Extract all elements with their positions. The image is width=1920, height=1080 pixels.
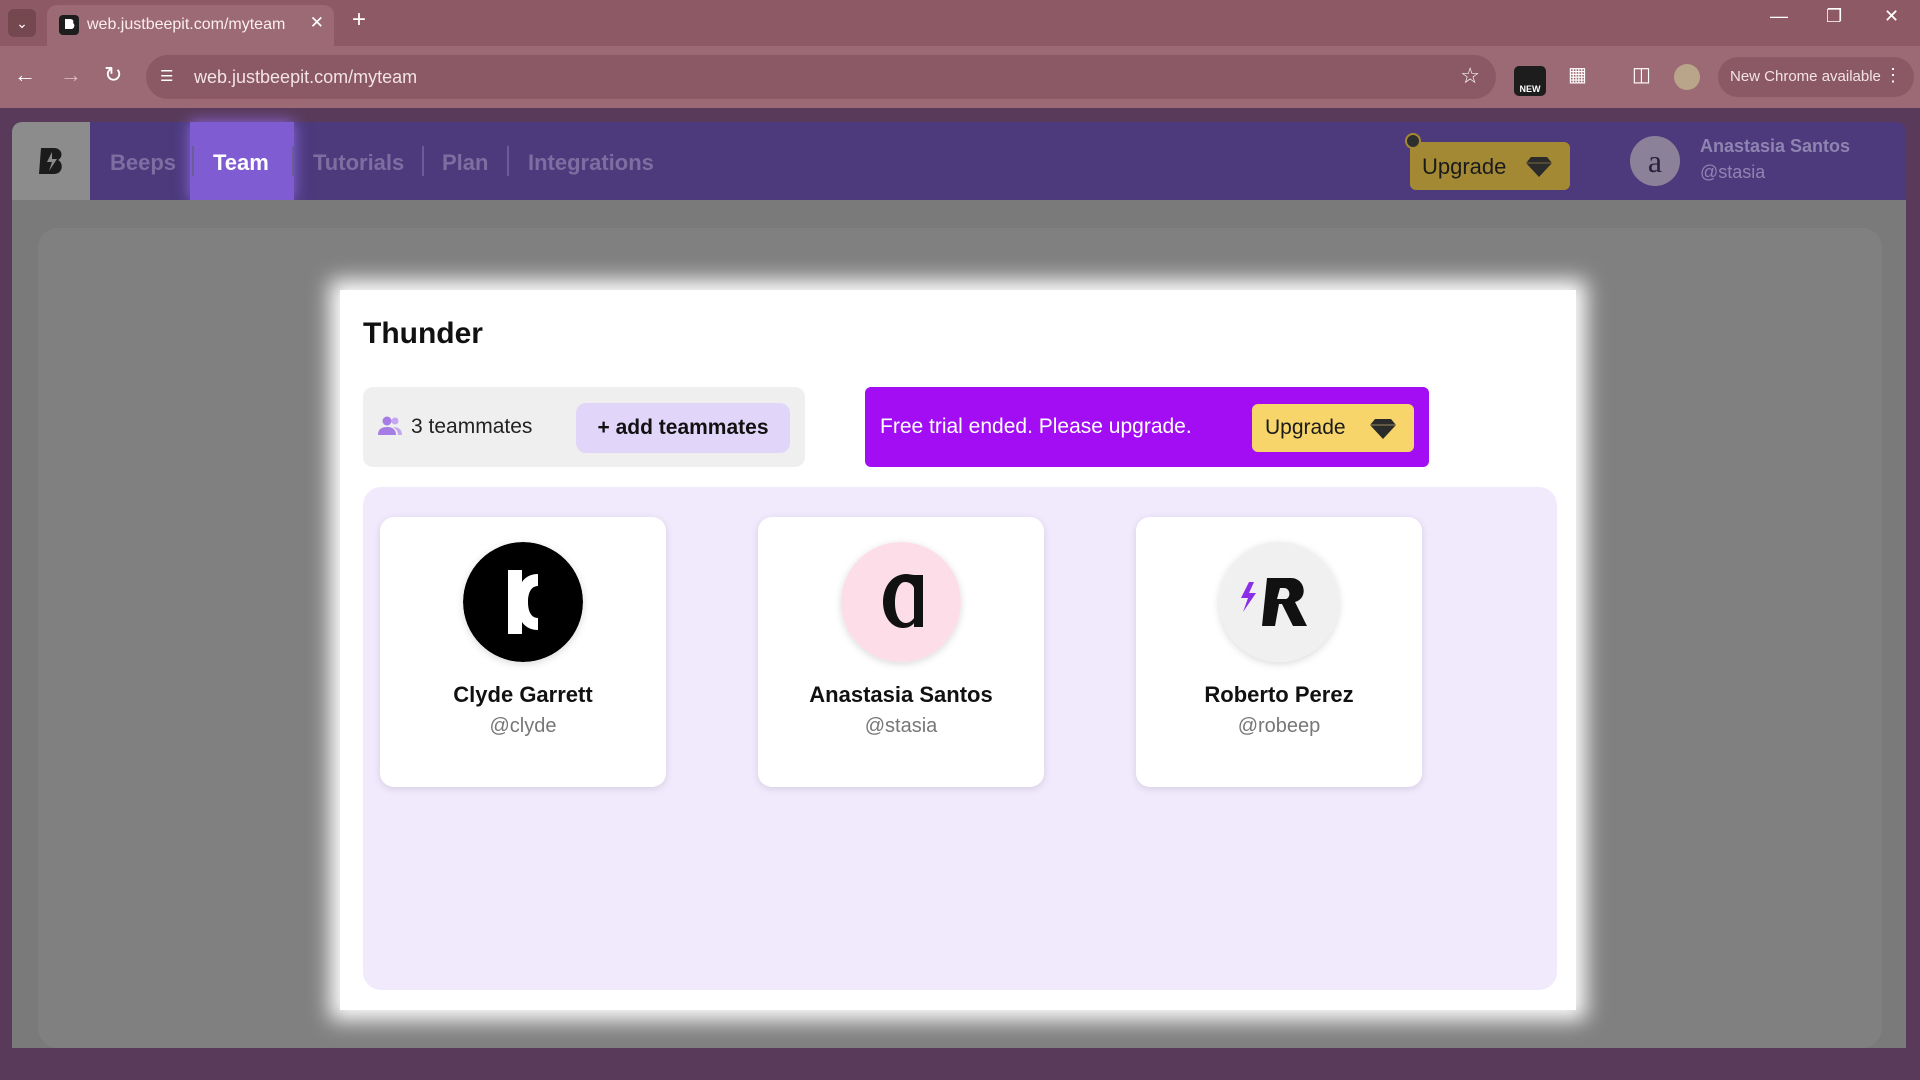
new-extension-badge[interactable]: NEW — [1514, 66, 1546, 96]
header-upgrade-label: Upgrade — [1422, 154, 1507, 179]
tab-title: web.justbeepit.com/myteam — [87, 16, 286, 33]
window-close-icon[interactable]: ✕ — [1884, 6, 1899, 27]
member-card[interactable]: Clyde Garrett @clyde — [380, 517, 666, 787]
nav-divider — [507, 146, 509, 176]
teammates-summary: 3 teammates + add teammates — [363, 387, 805, 467]
browser-tab[interactable]: web.justbeepit.com/myteam ✕ — [47, 5, 334, 46]
user-name[interactable]: Anastasia Santos — [1700, 136, 1850, 157]
app-navbar — [12, 122, 1906, 200]
nav-divider — [292, 146, 294, 176]
app-logo-button[interactable] — [12, 122, 90, 200]
chevron-down-icon: ⌄ — [16, 14, 28, 31]
diamond-icon — [1526, 157, 1552, 177]
header-upgrade-button[interactable]: Upgrade — [1410, 142, 1570, 190]
member-name: Clyde Garrett — [453, 682, 593, 707]
member-handle: @stasia — [864, 715, 938, 737]
tab-search-button[interactable]: ⌄ — [8, 9, 36, 37]
member-avatar — [841, 542, 961, 662]
browser-tabstrip: ⌄ web.justbeepit.com/myteam ✕ + — ❐ ✕ — [0, 0, 1920, 46]
forward-arrow-icon[interactable]: → — [60, 62, 82, 88]
restore-icon[interactable]: ❐ — [1826, 6, 1842, 27]
banner-upgrade-label: Upgrade — [1265, 416, 1346, 439]
nav-beeps[interactable]: Beeps — [110, 150, 176, 176]
notification-dot — [1405, 133, 1421, 149]
bookmark-star-icon[interactable]: ☆ — [1460, 63, 1480, 89]
team-title: Thunder — [363, 317, 483, 350]
user-avatar[interactable]: a — [1630, 136, 1680, 186]
tab-close-icon[interactable]: ✕ — [310, 13, 324, 33]
browser-toolbar: ← → ↻ ☰ web.justbeepit.com/myteam ☆ ▦ ◫ — [0, 46, 1920, 108]
user-handle: @stasia — [1700, 162, 1766, 182]
side-panel-icon[interactable]: ◫ — [1632, 62, 1651, 87]
add-teammates-button[interactable]: + add teammates — [576, 403, 790, 453]
member-handle: @robeep — [1237, 715, 1321, 737]
new-badge-label: NEW — [1519, 84, 1541, 94]
nav-plan[interactable]: Plan — [442, 150, 488, 176]
update-label: New Chrome available — [1730, 68, 1881, 85]
team-panel: Thunder 3 teammates + add teammates Free… — [340, 290, 1576, 1010]
chrome-update-button[interactable]: New Chrome available ⋮ — [1718, 57, 1914, 97]
member-card[interactable]: Roberto Perez @robeep — [1136, 517, 1422, 787]
more-menu-icon[interactable]: ⋮ — [1884, 65, 1902, 86]
banner-upgrade-button[interactable]: Upgrade — [1252, 404, 1414, 452]
member-name: Roberto Perez — [1204, 682, 1354, 707]
back-arrow-icon[interactable]: ← — [14, 62, 36, 88]
browser-profile-avatar[interactable] — [1674, 64, 1700, 90]
member-name: Anastasia Santos — [809, 682, 993, 707]
nav-tutorials[interactable]: Tutorials — [313, 150, 404, 176]
minimize-icon[interactable]: — — [1770, 6, 1788, 27]
nav-divider — [422, 146, 424, 176]
nav-integrations[interactable]: Integrations — [528, 150, 654, 176]
member-handle: @clyde — [489, 715, 557, 737]
extensions-puzzle-icon[interactable]: ▦ — [1568, 62, 1587, 87]
address-bar[interactable]: ☰ web.justbeepit.com/myteam ☆ — [146, 55, 1496, 99]
beepit-favicon-icon — [59, 15, 79, 35]
teammates-count: 3 teammates — [411, 415, 533, 438]
address-url[interactable]: web.justbeepit.com/myteam — [194, 67, 417, 88]
member-avatar — [1219, 542, 1339, 662]
beepit-logo-icon — [32, 142, 70, 180]
members-grid: Clyde Garrett @clyde Anastasia Santos @s… — [363, 487, 1557, 990]
trial-ended-text: Free trial ended. Please upgrade. — [880, 415, 1192, 438]
new-tab-plus-icon[interactable]: + — [352, 6, 366, 34]
nav-team[interactable]: Team — [213, 150, 269, 176]
reload-icon[interactable]: ↻ — [104, 62, 122, 88]
diamond-icon — [1370, 419, 1396, 439]
member-avatar — [463, 542, 583, 662]
trial-ended-banner: Free trial ended. Please upgrade. Upgrad… — [865, 387, 1429, 467]
nav-divider — [192, 146, 194, 176]
site-settings-icon[interactable]: ☰ — [160, 67, 180, 87]
member-card[interactable]: Anastasia Santos @stasia — [758, 517, 1044, 787]
people-icon — [378, 416, 402, 435]
